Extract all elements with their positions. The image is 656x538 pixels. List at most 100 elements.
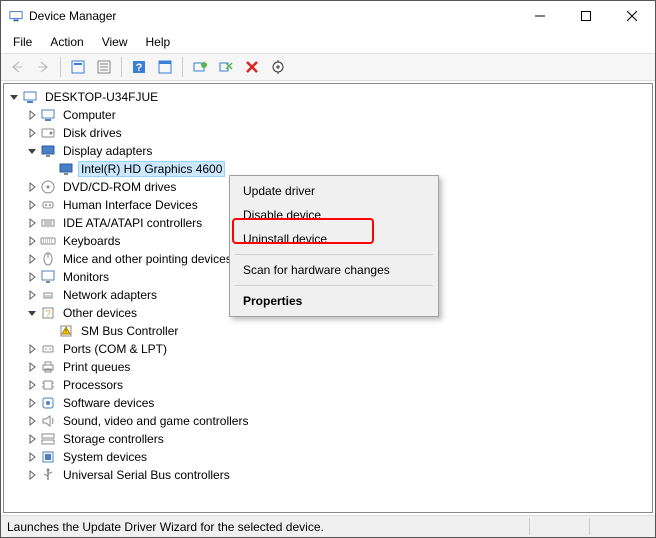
- device-tree[interactable]: DESKTOP-U34FJUEComputerDisk drives Displa…: [3, 83, 653, 513]
- tree-node-label: Universal Serial Bus controllers: [60, 467, 233, 483]
- chevron-right-icon[interactable]: [24, 395, 40, 411]
- chevron-right-icon[interactable]: [24, 449, 40, 465]
- chevron-right-icon[interactable]: [24, 431, 40, 447]
- menu-view[interactable]: View: [94, 33, 136, 51]
- cm-scan-hardware[interactable]: Scan for hardware changes: [233, 258, 435, 282]
- cm-separator: [235, 285, 433, 286]
- svg-text:?: ?: [45, 309, 51, 320]
- tree-node[interactable]: Software devices: [24, 394, 650, 412]
- chevron-right-icon[interactable]: [24, 197, 40, 213]
- tree-node[interactable]: Universal Serial Bus controllers: [24, 466, 650, 484]
- window-title: Device Manager: [9, 9, 116, 23]
- sound-icon: [40, 413, 56, 429]
- menu-file[interactable]: File: [5, 33, 40, 51]
- tree-node-label: Intel(R) HD Graphics 4600: [78, 161, 225, 177]
- tree-node[interactable]: Print queues: [24, 358, 650, 376]
- cm-uninstall-device[interactable]: Uninstall device: [233, 227, 435, 251]
- cm-properties[interactable]: Properties: [233, 289, 435, 313]
- cm-separator: [235, 254, 433, 255]
- device-manager-icon: [9, 9, 23, 23]
- chevron-down-icon[interactable]: [24, 143, 40, 159]
- show-hidden-button[interactable]: [66, 55, 90, 79]
- chevron-right-icon[interactable]: [24, 107, 40, 123]
- window-controls: [517, 1, 655, 31]
- properties-button[interactable]: [92, 55, 116, 79]
- tree-node-label: Monitors: [60, 269, 112, 285]
- uninstall-button[interactable]: [240, 55, 264, 79]
- tree-node-label: Software devices: [60, 395, 157, 411]
- chevron-right-icon[interactable]: [24, 377, 40, 393]
- display-icon: [58, 161, 74, 177]
- tree-node-label: System devices: [60, 449, 150, 465]
- tree-node[interactable]: DESKTOP-U34FJUE: [6, 88, 650, 106]
- chevron-right-icon[interactable]: [24, 233, 40, 249]
- tree-node[interactable]: !SM Bus Controller: [42, 322, 650, 340]
- network-icon: [40, 287, 56, 303]
- chevron-right-icon[interactable]: [24, 287, 40, 303]
- update-driver-button[interactable]: [188, 55, 212, 79]
- chevron-right-icon[interactable]: [24, 251, 40, 267]
- tree-node[interactable]: Storage controllers: [24, 430, 650, 448]
- help-button[interactable]: ?: [127, 55, 151, 79]
- hid-icon: [40, 197, 56, 213]
- tree-node-label: Network adapters: [60, 287, 160, 303]
- scan-button[interactable]: [153, 55, 177, 79]
- minimize-button[interactable]: [517, 1, 563, 31]
- tree-node[interactable]: System devices: [24, 448, 650, 466]
- cm-disable-device[interactable]: Disable device: [233, 203, 435, 227]
- keyboard-icon: [40, 233, 56, 249]
- tree-node[interactable]: Disk drives: [24, 124, 650, 142]
- chevron-right-icon[interactable]: [24, 413, 40, 429]
- chevron-right-icon[interactable]: [24, 125, 40, 141]
- tree-node[interactable]: Ports (COM & LPT): [24, 340, 650, 358]
- chevron-right-icon[interactable]: [24, 341, 40, 357]
- forward-button[interactable]: [31, 55, 55, 79]
- mouse-icon: [40, 251, 56, 267]
- tree-node-label: Display adapters: [60, 143, 155, 159]
- cm-update-driver[interactable]: Update driver: [233, 179, 435, 203]
- tree-node-label: Processors: [60, 377, 126, 393]
- tree-node-label: Print queues: [60, 359, 133, 375]
- tree-node-label: IDE ATA/ATAPI controllers: [60, 215, 205, 231]
- tree-node-label: Mice and other pointing devices: [60, 251, 235, 267]
- chevron-right-icon[interactable]: [24, 215, 40, 231]
- context-menu: Update driver Disable device Uninstall d…: [229, 175, 439, 317]
- tree-node[interactable]: Processors: [24, 376, 650, 394]
- close-button[interactable]: [609, 1, 655, 31]
- tree-node[interactable]: Computer: [24, 106, 650, 124]
- chevron-right-icon[interactable]: [24, 467, 40, 483]
- cpu-icon: [40, 377, 56, 393]
- tree-node-label: Sound, video and game controllers: [60, 413, 251, 429]
- usb-icon: [40, 467, 56, 483]
- chevron-right-icon[interactable]: [24, 179, 40, 195]
- menu-help[interactable]: Help: [138, 33, 179, 51]
- maximize-button[interactable]: [563, 1, 609, 31]
- menu-action[interactable]: Action: [42, 33, 91, 51]
- chevron-down-icon[interactable]: [24, 305, 40, 321]
- toolbar: ?: [1, 53, 655, 81]
- monitor-icon: [40, 269, 56, 285]
- toolbar-separator: [121, 57, 122, 77]
- status-text: Launches the Update Driver Wizard for th…: [7, 520, 529, 534]
- disable-button[interactable]: [214, 55, 238, 79]
- ide-icon: [40, 215, 56, 231]
- software-icon: [40, 395, 56, 411]
- status-cell: [589, 518, 649, 535]
- computer-icon: [40, 107, 56, 123]
- chevron-down-icon[interactable]: [6, 89, 22, 105]
- chevron-right-icon[interactable]: [24, 269, 40, 285]
- other-icon: ?: [40, 305, 56, 321]
- statusbar: Launches the Update Driver Wizard for th…: [1, 515, 655, 537]
- scan-hw-button[interactable]: [266, 55, 290, 79]
- svg-text:?: ?: [136, 62, 143, 74]
- tree-node[interactable]: Display adapters: [24, 142, 650, 160]
- tree-node[interactable]: Sound, video and game controllers: [24, 412, 650, 430]
- toolbar-separator: [182, 57, 183, 77]
- toolbar-separator: [60, 57, 61, 77]
- back-button[interactable]: [5, 55, 29, 79]
- tree-node-label: Disk drives: [60, 125, 125, 141]
- display-icon: [40, 143, 56, 159]
- printer-icon: [40, 359, 56, 375]
- tree-node-label: Human Interface Devices: [60, 197, 201, 213]
- chevron-right-icon[interactable]: [24, 359, 40, 375]
